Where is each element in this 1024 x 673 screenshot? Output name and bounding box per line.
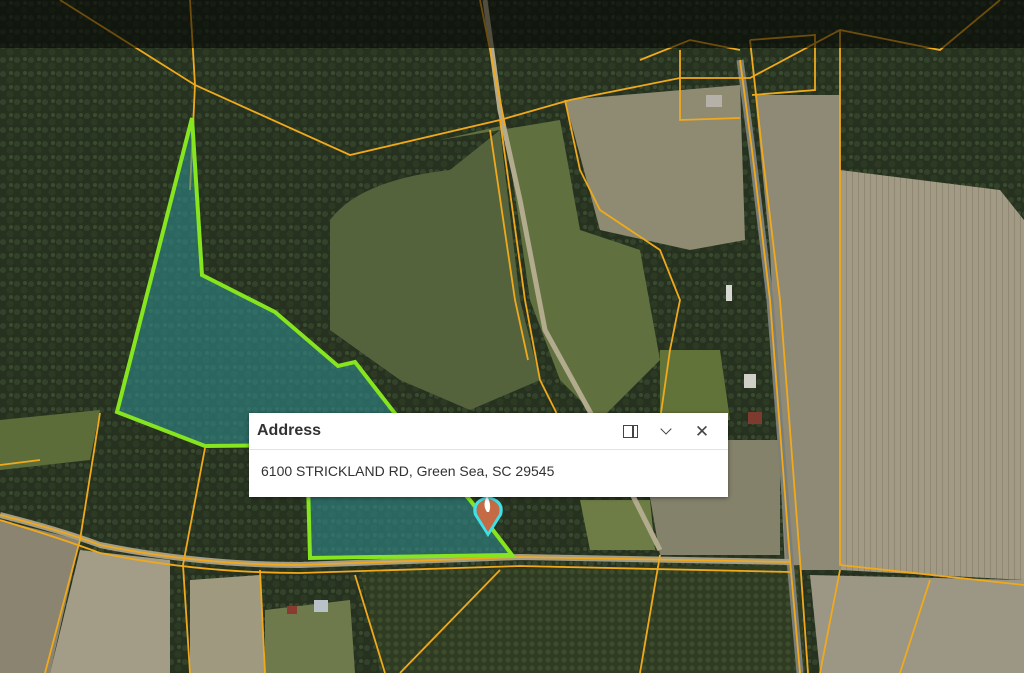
dock-icon [622,424,638,438]
building [748,412,762,424]
building [706,95,722,107]
collapse-button[interactable] [648,413,684,449]
aerial-map[interactable] [0,0,1024,673]
building [287,606,297,614]
address-text: 6100 STRICKLAND RD, Green Sea, SC 29545 [261,463,555,479]
field [190,575,265,673]
close-icon: ✕ [694,421,710,441]
field [580,500,655,550]
chevron-down-icon [660,423,672,435]
address-popup: Address ✕ 6100 STRICKLAND RD, Green Sea,… [249,413,728,497]
building [726,285,732,301]
field [840,170,1024,580]
popup-actions: ✕ [612,413,720,449]
building [744,374,756,388]
pine-plantation [360,565,805,673]
close-button[interactable]: ✕ [684,413,720,449]
popup-title: Address [257,422,322,439]
dock-button[interactable] [612,413,648,449]
field [265,600,355,673]
building [314,600,328,612]
popup-header: Address ✕ [249,413,728,450]
field [810,575,1024,673]
top-shade-overlay [0,0,1024,48]
